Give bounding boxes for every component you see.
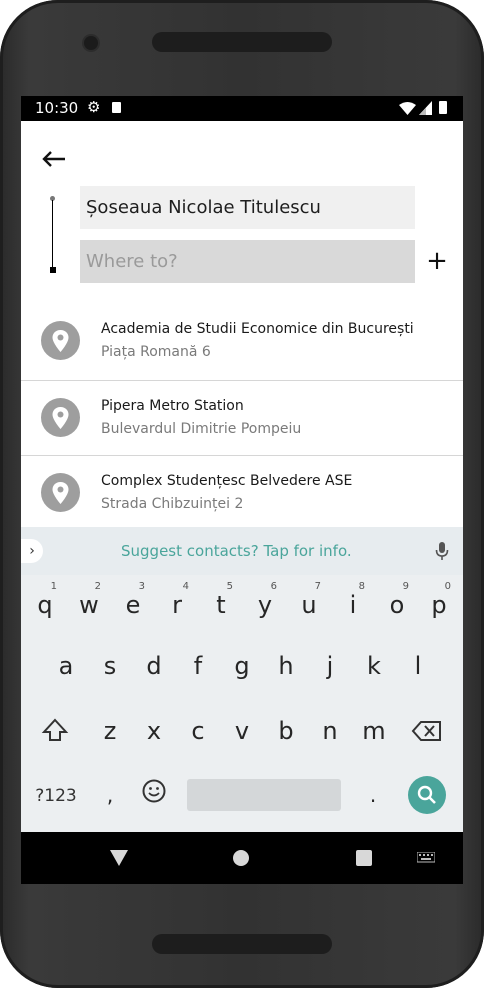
key-hint: 6 (270, 581, 277, 592)
key-n[interactable]: n (310, 709, 350, 753)
key-r[interactable]: r4 (157, 581, 197, 627)
suggestion-text[interactable]: Suggest contacts? Tap for info. (121, 541, 352, 561)
origin-field[interactable]: Șoseaua Nicolae Titulescu (80, 186, 415, 229)
search-key[interactable] (408, 776, 446, 814)
key-b[interactable]: b (266, 709, 306, 753)
key-y[interactable]: y6 (245, 581, 285, 627)
shift-icon[interactable] (35, 709, 75, 753)
battery-icon (439, 101, 447, 114)
front-camera (84, 36, 98, 50)
result-subtitle: Bulevardul Dimitrie Pompeiu (101, 421, 302, 437)
key-label: r (172, 591, 182, 619)
key-h[interactable]: h (266, 644, 306, 688)
key-label: e (125, 591, 141, 619)
period-key[interactable]: . (353, 773, 393, 817)
key-hint: 8 (358, 581, 365, 592)
top-speaker (152, 32, 332, 52)
key-hint: 9 (402, 581, 409, 592)
arrow-left-icon[interactable] (39, 144, 69, 174)
key-hint: 7 (314, 581, 321, 592)
key-c[interactable]: c (178, 709, 218, 753)
microphone-icon[interactable] (435, 541, 449, 561)
key-o[interactable]: o9 (377, 581, 417, 627)
location-pin-icon (41, 398, 80, 437)
key-x[interactable]: x (134, 709, 174, 753)
phone-frame: 10:30 ⚙ Șoseaua Nicolae Titulescu Where … (0, 0, 484, 988)
key-label: y (257, 591, 273, 619)
symbols-key[interactable]: ?123 (31, 781, 81, 811)
backspace-icon[interactable] (407, 709, 447, 753)
list-item[interactable]: Academia de Studii Economice din Bucureș… (21, 302, 463, 377)
key-v[interactable]: v (222, 709, 262, 753)
key-s[interactable]: s (90, 644, 130, 688)
key-hint: 5 (226, 581, 233, 592)
key-hint: 3 (138, 581, 145, 592)
key-hint: 2 (94, 581, 101, 592)
key-d[interactable]: d (134, 644, 174, 688)
emoji-icon[interactable] (141, 778, 167, 804)
key-label: q (37, 591, 53, 619)
key-a[interactable]: a (46, 644, 86, 688)
sd-card-icon (112, 102, 121, 113)
navigation-bar (21, 832, 463, 884)
key-label: p (431, 591, 447, 619)
keyboard-switch-icon[interactable] (417, 852, 435, 864)
screen: 10:30 ⚙ Șoseaua Nicolae Titulescu Where … (21, 96, 463, 884)
key-hint: 1 (50, 581, 57, 592)
key-j[interactable]: j (310, 644, 350, 688)
nav-back-triangle-icon[interactable] (110, 850, 128, 866)
key-f[interactable]: f (178, 644, 218, 688)
location-pin-icon (41, 473, 80, 512)
key-u[interactable]: u7 (289, 581, 329, 627)
search-icon (417, 785, 436, 804)
soft-keyboard: › Suggest contacts? Tap for info. q1 w2 … (21, 527, 463, 832)
key-e[interactable]: e3 (113, 581, 153, 627)
key-label: i (349, 591, 357, 619)
nav-home-circle-icon[interactable] (233, 850, 249, 866)
key-hint: 4 (182, 581, 189, 592)
result-subtitle: Piața Romană 6 (101, 344, 211, 360)
nav-recents-square-icon[interactable] (356, 850, 372, 866)
result-title: Academia de Studii Economice din Bucureș… (101, 321, 414, 337)
plus-icon[interactable]: + (425, 246, 449, 276)
key-l[interactable]: l (398, 644, 438, 688)
bottom-speaker (152, 934, 332, 954)
list-item[interactable]: Complex Studențesc Belvedere ASE Strada … (21, 454, 463, 529)
key-i[interactable]: i8 (333, 581, 373, 627)
key-q[interactable]: q1 (25, 581, 65, 627)
key-label: o (389, 591, 405, 619)
space-key[interactable] (187, 779, 341, 811)
comma-key[interactable]: , (90, 773, 130, 817)
key-label: w (79, 591, 99, 619)
list-item[interactable]: Pipera Metro Station Bulevardul Dimitrie… (21, 379, 463, 454)
result-title: Complex Studențesc Belvedere ASE (101, 473, 353, 489)
key-p[interactable]: p0 (419, 581, 459, 627)
key-g[interactable]: g (222, 644, 262, 688)
status-time: 10:30 (35, 99, 79, 117)
chevron-right-icon[interactable]: › (21, 539, 43, 563)
key-m[interactable]: m (354, 709, 394, 753)
route-line (52, 200, 53, 270)
key-t[interactable]: t5 (201, 581, 241, 627)
result-subtitle: Strada Chibzuinței 2 (101, 496, 244, 512)
key-label: u (301, 591, 317, 619)
status-bar: 10:30 ⚙ (21, 96, 463, 121)
route-destination-square (50, 267, 56, 273)
gear-icon: ⚙ (87, 98, 101, 116)
key-label: t (216, 591, 226, 619)
wifi-icon (399, 102, 416, 115)
result-title: Pipera Metro Station (101, 398, 244, 414)
key-k[interactable]: k (354, 644, 394, 688)
destination-field[interactable]: Where to? (80, 240, 415, 283)
location-pin-icon (41, 321, 80, 360)
key-w[interactable]: w2 (69, 581, 109, 627)
suggestion-strip: › Suggest contacts? Tap for info. (21, 527, 463, 575)
cell-signal-icon (419, 101, 432, 115)
key-z[interactable]: z (90, 709, 130, 753)
key-hint: 0 (444, 581, 451, 592)
